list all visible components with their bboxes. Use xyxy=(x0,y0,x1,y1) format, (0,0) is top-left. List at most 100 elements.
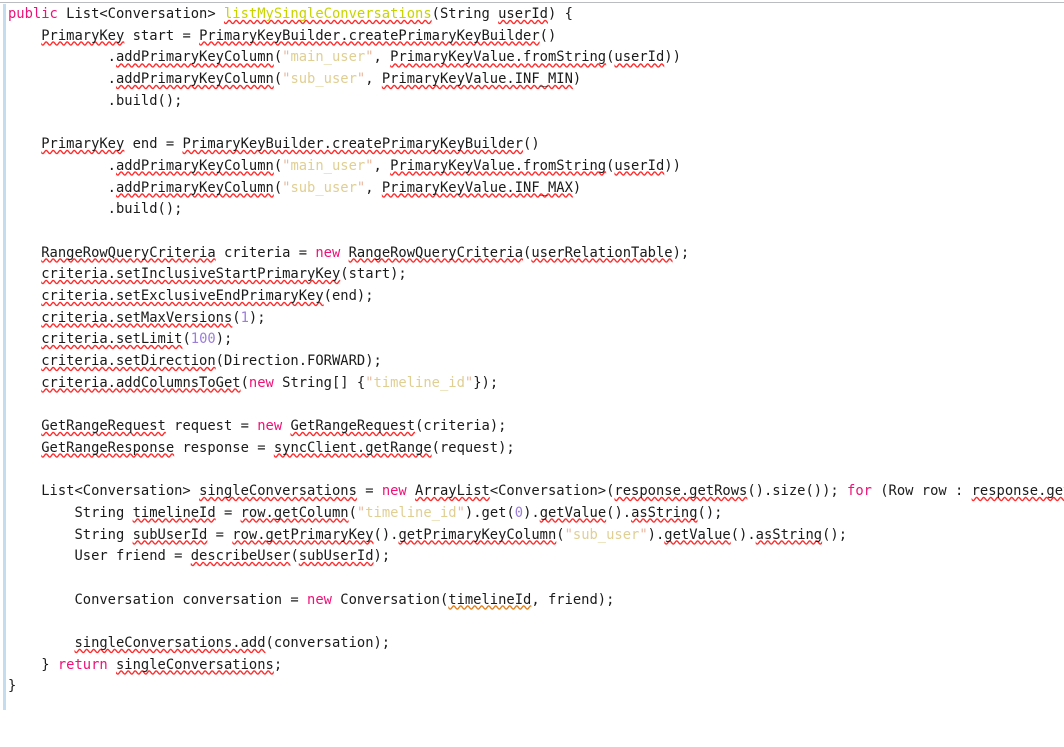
code-token: " xyxy=(356,179,366,196)
code-line[interactable]: String timelineId = row.getColumn("timel… xyxy=(8,503,1064,525)
code-token: ) { xyxy=(547,6,573,22)
code-line[interactable]: User friend = describeUser(subUserId); xyxy=(8,546,1064,568)
code-token: (). xyxy=(606,504,632,521)
code-token: ) xyxy=(572,179,582,196)
code-token: . xyxy=(8,157,116,174)
code-token: ; xyxy=(273,656,283,673)
code-token: ( xyxy=(182,331,191,348)
code-token: " xyxy=(365,374,374,391)
code-token: userRelationTable xyxy=(531,244,673,261)
code-token: Conversation conversation = xyxy=(8,591,308,608)
code-token: criteria.setExclusiveEndPrimaryKey xyxy=(41,287,324,304)
code-token: (start); xyxy=(340,266,407,283)
code-line[interactable]: criteria.setExclusiveEndPrimaryKey(end); xyxy=(8,286,1064,308)
code-line[interactable]: } return singleConversations; xyxy=(8,655,1064,677)
code-line[interactable]: } xyxy=(8,676,1064,698)
code-token: (request); xyxy=(431,439,515,456)
code-token: sub_user xyxy=(290,179,357,196)
code-line[interactable]: public List<Conversation> listMySingleCo… xyxy=(8,4,1064,26)
code-token: criteria.addColumnsToGet xyxy=(41,374,241,391)
code-token: ). xyxy=(523,504,540,521)
code-token: userId xyxy=(614,157,665,174)
code-line[interactable]: .addPrimaryKeyColumn("main_user", Primar… xyxy=(8,156,1064,178)
code-token: , xyxy=(373,49,391,66)
code-line[interactable]: .addPrimaryKeyColumn("main_user", Primar… xyxy=(8,47,1064,69)
code-token: , friend); xyxy=(531,591,615,608)
code-line[interactable]: .build(); xyxy=(8,91,1064,113)
code-line[interactable] xyxy=(8,459,1064,481)
code-line[interactable]: RangeRowQueryCriteria criteria = new Ran… xyxy=(8,243,1064,265)
code-token: getValue xyxy=(664,526,731,543)
code-token: userId xyxy=(498,6,548,22)
code-token: userId xyxy=(614,49,665,66)
code-line[interactable] xyxy=(8,611,1064,633)
code-token: ().size()); xyxy=(747,483,848,500)
code-token: )) xyxy=(664,49,681,66)
code-line[interactable]: criteria.setMaxVersions(1); xyxy=(8,308,1064,330)
code-line[interactable]: PrimaryKey start = PrimaryKeyBuilder.cre… xyxy=(8,26,1064,48)
code-token: () xyxy=(523,136,540,153)
code-token: , xyxy=(365,71,382,88)
code-line[interactable]: Conversation conversation = new Conversa… xyxy=(8,590,1064,612)
code-line[interactable]: .addPrimaryKeyColumn("sub_user", Primary… xyxy=(8,69,1064,91)
code-token: " xyxy=(365,49,374,66)
code-token: addPrimaryKeyColumn xyxy=(115,71,274,88)
code-token: (); xyxy=(822,526,848,543)
code-line[interactable]: singleConversations.add(conversation); xyxy=(8,633,1064,655)
code-token: addPrimaryKeyColumn xyxy=(115,179,274,196)
code-line[interactable]: List<Conversation> singleConversations =… xyxy=(8,481,1064,503)
top-divider-rule xyxy=(0,2,1064,3)
code-token: timelineId xyxy=(448,591,532,608)
code-line[interactable]: .build(); xyxy=(8,199,1064,221)
code-token: public xyxy=(8,6,58,22)
code-token: main_user xyxy=(290,157,366,174)
code-token: getValue xyxy=(539,504,607,521)
code-line[interactable]: GetRangeResponse response = syncClient.g… xyxy=(8,438,1064,460)
code-token: PrimaryKeyValue.INF_MAX xyxy=(381,179,573,196)
code-line[interactable]: criteria.addColumnsToGet(new String[] {"… xyxy=(8,373,1064,395)
code-token: (end); xyxy=(323,287,374,304)
code-token: request = xyxy=(165,418,258,435)
code-line[interactable] xyxy=(8,221,1064,243)
code-token: User friend = xyxy=(8,548,191,565)
code-token: = xyxy=(356,483,382,500)
code-token: )) xyxy=(664,157,681,174)
code-token: PrimaryKey xyxy=(41,27,125,44)
code-token: }); xyxy=(473,374,499,391)
code-token: (criteria); xyxy=(415,418,507,435)
code-token: syncClient.getRange xyxy=(273,439,432,456)
code-token: PrimaryKeyValue.fromString xyxy=(390,157,607,174)
code-token: subUserId xyxy=(298,548,374,565)
code-line[interactable]: String subUserId = row.getPrimaryKey().g… xyxy=(8,525,1064,547)
code-token: . xyxy=(8,179,116,196)
code-token: " xyxy=(564,526,573,543)
code-line[interactable]: criteria.setDirection(Direction.FORWARD)… xyxy=(8,351,1064,373)
code-line[interactable]: criteria.setLimit(100); xyxy=(8,329,1064,351)
code-token: " xyxy=(356,504,366,521)
code-token: = xyxy=(207,526,233,543)
code-line[interactable]: .addPrimaryKeyColumn("sub_user", Primary… xyxy=(8,178,1064,200)
code-token: new xyxy=(381,483,407,500)
code-token: asString xyxy=(631,504,698,521)
code-token: RangeRowQueryCriteria xyxy=(348,244,524,261)
code-line[interactable]: PrimaryKey end = PrimaryKeyBuilder.creat… xyxy=(8,134,1064,156)
code-block[interactable]: public List<Conversation> listMySingleCo… xyxy=(8,4,1064,698)
code-line[interactable]: GetRangeRequest request = new GetRangeRe… xyxy=(8,416,1064,438)
code-token: . xyxy=(8,71,116,88)
code-token: ( xyxy=(556,526,565,543)
code-token: singleConversations xyxy=(116,656,274,673)
code-token: .build(); xyxy=(8,201,183,218)
code-line[interactable] xyxy=(8,112,1064,134)
code-token: " xyxy=(356,71,366,88)
code-token: PrimaryKeyValue.INF_MIN xyxy=(381,71,573,88)
code-line[interactable]: criteria.setInclusiveStartPrimaryKey(sta… xyxy=(8,264,1064,286)
code-token: 100 xyxy=(190,331,216,348)
code-line[interactable] xyxy=(8,568,1064,590)
code-token: timeline_id xyxy=(373,374,465,391)
code-token: String xyxy=(8,504,133,521)
code-line[interactable] xyxy=(8,394,1064,416)
